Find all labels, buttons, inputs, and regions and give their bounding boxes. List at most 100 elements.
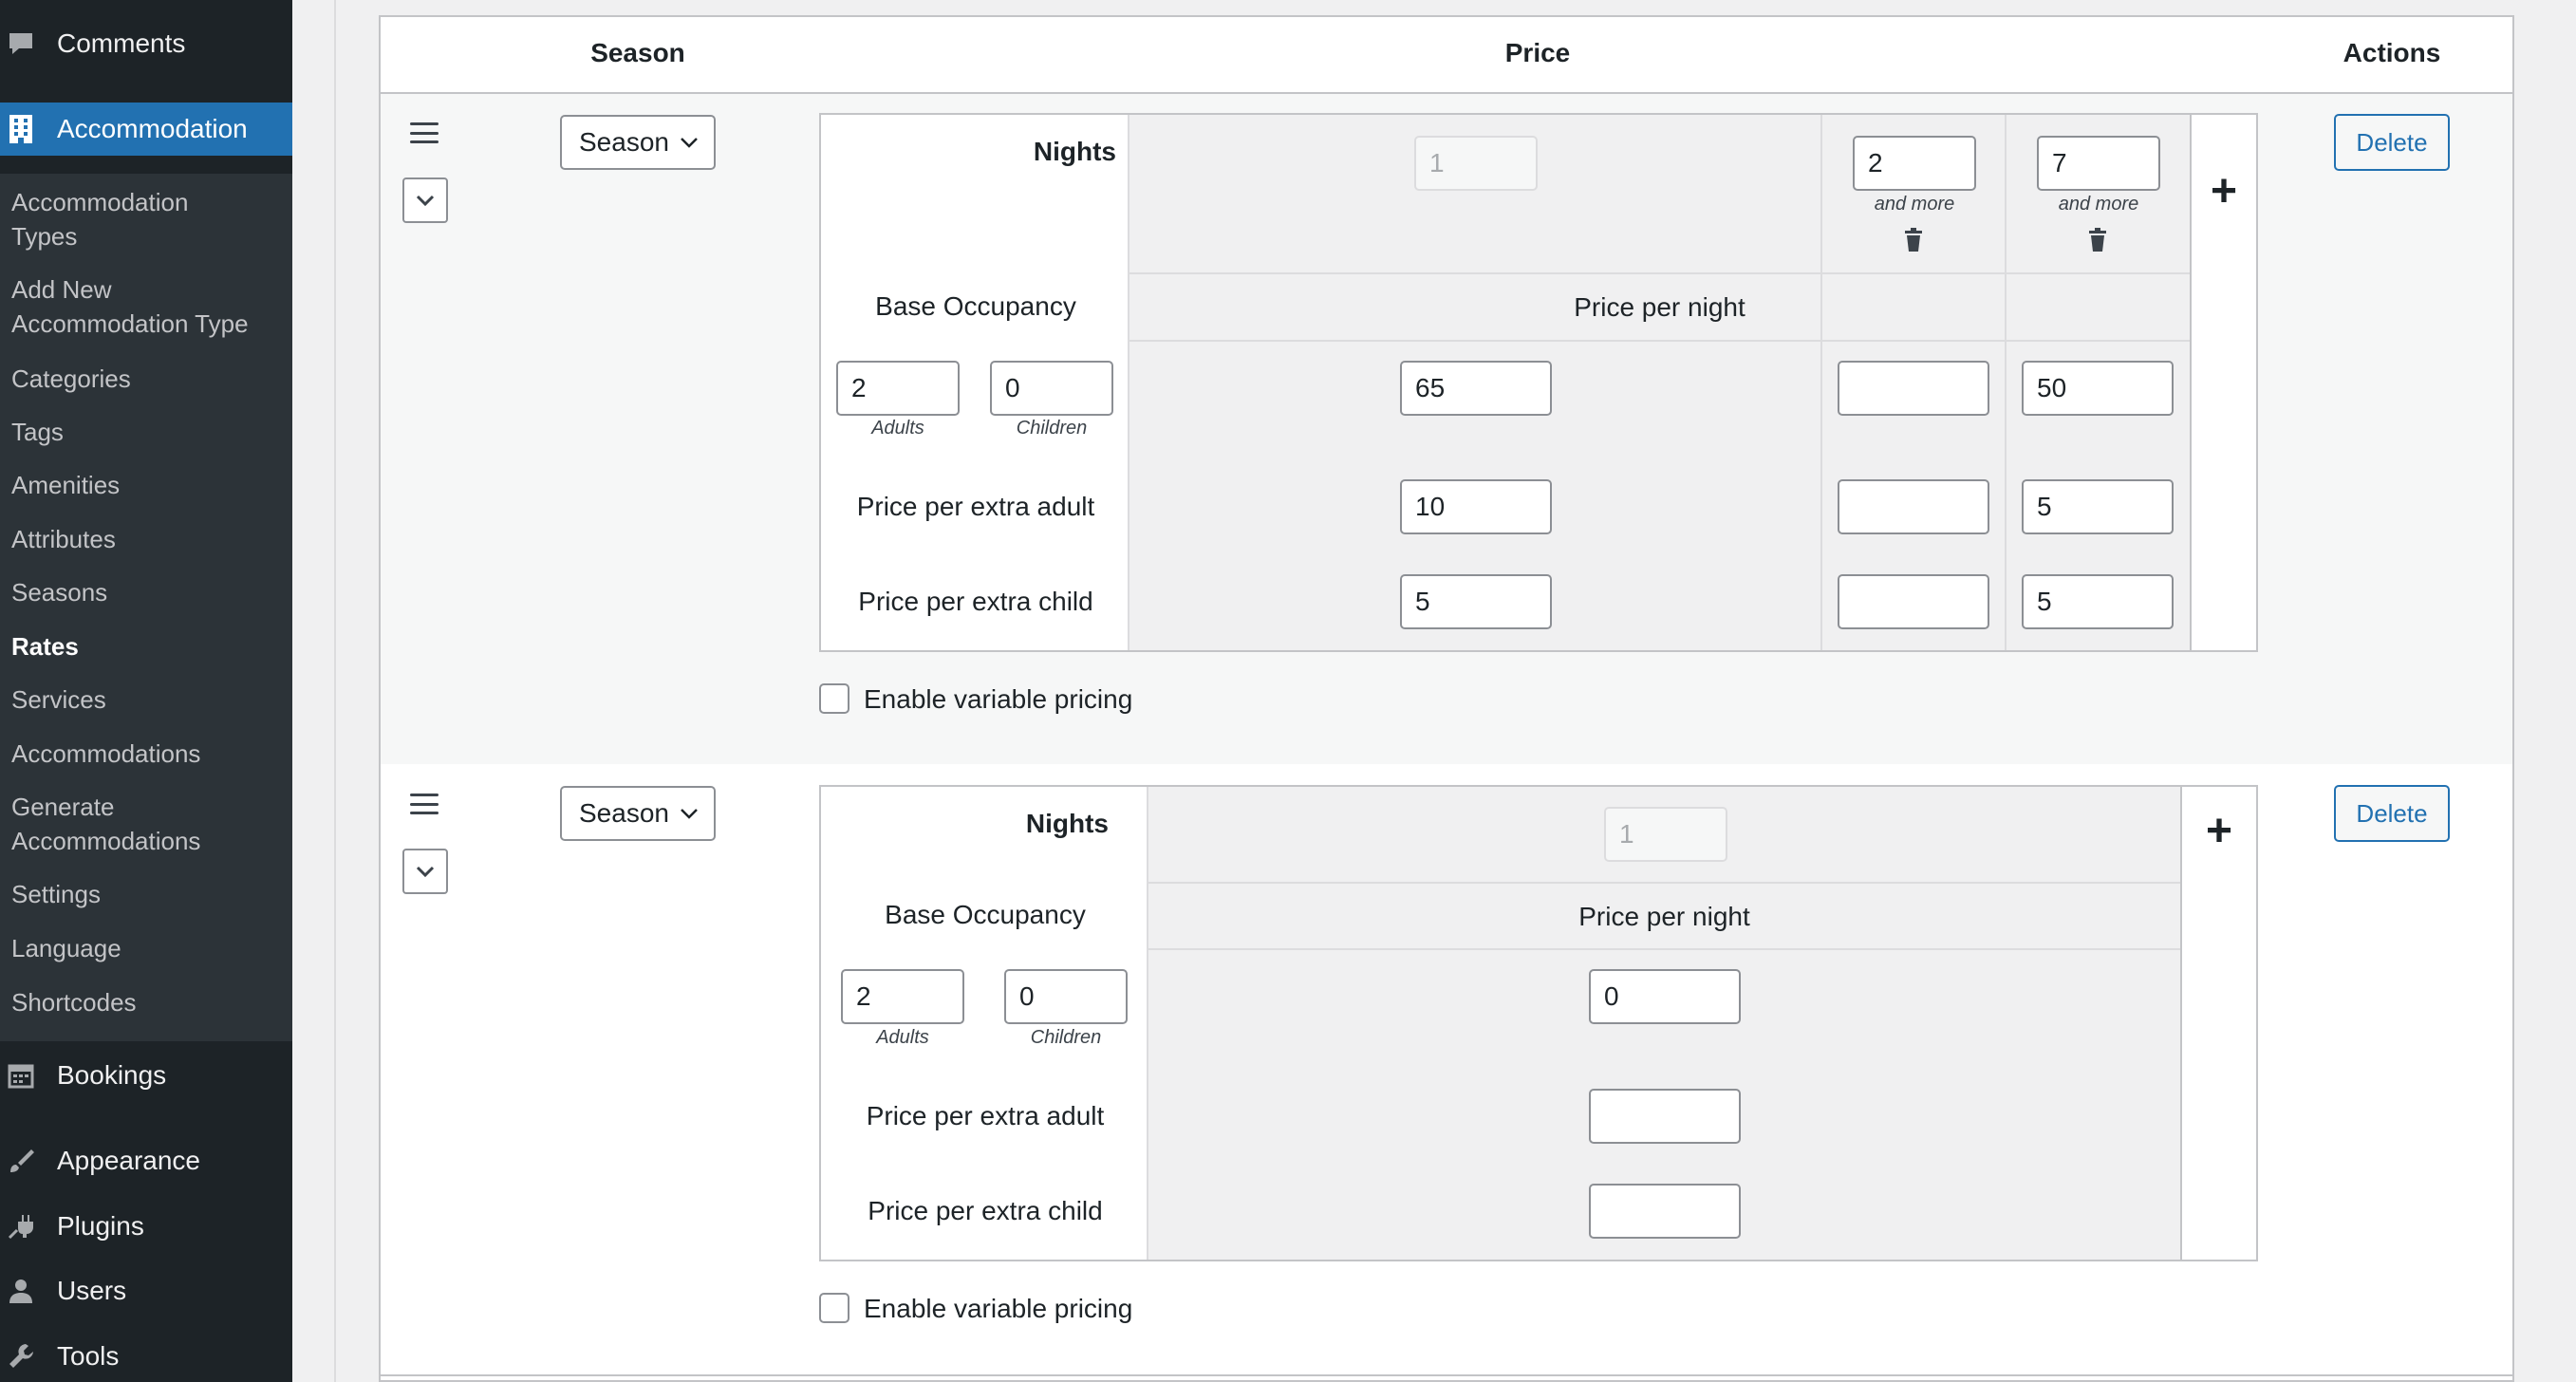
extra-child-input[interactable]	[1838, 574, 1989, 629]
row-divider	[1148, 882, 2180, 884]
add-column-button[interactable]: +	[2196, 809, 2242, 854]
season-select[interactable]: Season	[560, 115, 716, 170]
column-divider	[2190, 115, 2192, 650]
extra-adult-label: Price per extra adult	[856, 492, 1095, 521]
variable-pricing-label: Enable variable pricing	[864, 1294, 1133, 1323]
drag-handle-icon[interactable]	[410, 122, 439, 143]
delete-button[interactable]: Delete	[2334, 114, 2450, 171]
row-divider	[1129, 340, 2190, 342]
children-input[interactable]: 0	[1004, 969, 1128, 1024]
submenu-accommodation-types[interactable]: Accommodation Types	[11, 185, 188, 253]
current-menu-arrow	[277, 106, 292, 152]
extra-child-input[interactable]	[1589, 1184, 1741, 1239]
menu-comments-label: Comments	[57, 28, 186, 58]
row-toggle-button[interactable]	[402, 177, 448, 223]
price-per-night-input[interactable]: 65	[1400, 361, 1552, 416]
trash-icon[interactable]	[1903, 228, 1924, 257]
submenu-settings[interactable]: Settings	[11, 877, 101, 911]
plugin-icon	[4, 1209, 38, 1243]
menu-plugins[interactable]: Plugins	[0, 1200, 292, 1253]
delete-button[interactable]: Delete	[2334, 785, 2450, 842]
extra-adult-label: Price per extra adult	[866, 1101, 1105, 1130]
column-divider	[1128, 115, 1129, 650]
brush-icon	[4, 1144, 38, 1178]
nights-input[interactable]: 2	[1853, 136, 1976, 191]
submenu-tags[interactable]: Tags	[11, 415, 64, 449]
column-divider	[1147, 787, 1148, 1260]
children-caption: Children	[1030, 1027, 1102, 1048]
nights-input: 1	[1414, 136, 1538, 191]
season-select-value: Season	[579, 127, 669, 157]
trash-icon[interactable]	[2087, 228, 2108, 257]
menu-appearance-label: Appearance	[57, 1146, 201, 1175]
variable-pricing-checkbox[interactable]	[819, 683, 849, 714]
submenu-seasons[interactable]: Seasons	[11, 575, 107, 609]
menu-accommodation[interactable]: Accommodation	[0, 103, 292, 156]
chevron-down-icon	[416, 866, 435, 878]
adults-caption: Adults	[876, 1027, 929, 1048]
price-per-night-label: Price per night	[1578, 902, 1750, 931]
extra-adult-input[interactable]	[1838, 479, 1989, 534]
submenu-shortcodes[interactable]: Shortcodes	[11, 985, 137, 1019]
extra-child-label: Price per extra child	[858, 587, 1093, 616]
price-per-night-input[interactable]	[1838, 361, 1989, 416]
extra-adult-input[interactable]: 5	[2022, 479, 2174, 534]
submenu-rates[interactable]: Rates	[11, 629, 79, 663]
row-toggle-button[interactable]	[402, 849, 448, 894]
row-divider	[1148, 948, 2180, 950]
submenu-add-new-accommodation-type[interactable]: Add New Accommodation Type	[11, 272, 249, 341]
children-input[interactable]: 0	[990, 361, 1113, 416]
menu-tools[interactable]: Tools	[0, 1330, 292, 1382]
price-per-night-label: Price per night	[1574, 292, 1745, 322]
chevron-down-icon	[416, 195, 435, 207]
header-actions: Actions	[2343, 38, 2441, 67]
price-per-night-input[interactable]: 50	[2022, 361, 2174, 416]
nights-input[interactable]: 7	[2037, 136, 2160, 191]
and-more-caption: and more	[2058, 194, 2139, 215]
nights-label: Nights	[1025, 809, 1109, 838]
menu-accommodation-label: Accommodation	[57, 114, 248, 143]
menu-plugins-label: Plugins	[57, 1211, 144, 1241]
extra-child-input[interactable]: 5	[1400, 574, 1552, 629]
variable-pricing-label: Enable variable pricing	[864, 684, 1133, 714]
submenu-accommodations[interactable]: Accommodations	[11, 737, 200, 771]
menu-bookings-label: Bookings	[57, 1060, 167, 1090]
price-per-night-input[interactable]: 0	[1589, 969, 1741, 1024]
row-divider	[1129, 272, 2190, 274]
submenu-attributes[interactable]: Attributes	[11, 522, 116, 556]
extra-adult-input[interactable]: 10	[1400, 479, 1552, 534]
wrench-icon	[4, 1339, 38, 1373]
submenu-amenities[interactable]: Amenities	[11, 468, 120, 502]
column-divider	[1820, 115, 1822, 650]
menu-comments[interactable]: Comments	[0, 17, 292, 70]
header-price: Price	[1504, 38, 1571, 67]
menu-tools-label: Tools	[57, 1341, 120, 1371]
menu-users-label: Users	[57, 1276, 127, 1305]
calendar-icon	[4, 1058, 38, 1093]
content-border	[334, 0, 336, 1382]
nights-input: 1	[1604, 807, 1727, 862]
extra-child-input[interactable]: 5	[2022, 574, 2174, 629]
chevron-down-icon	[681, 809, 698, 819]
submenu-services[interactable]: Services	[11, 682, 106, 717]
submenu-language[interactable]: Language	[11, 931, 121, 965]
extra-adult-input[interactable]	[1589, 1089, 1741, 1144]
base-occupancy-label: Base Occupancy	[875, 291, 1076, 321]
user-icon	[4, 1274, 38, 1308]
menu-appearance[interactable]: Appearance	[0, 1134, 292, 1187]
submenu-categories[interactable]: Categories	[11, 362, 131, 396]
building-icon	[4, 112, 38, 146]
children-caption: Children	[1016, 418, 1088, 439]
add-column-button[interactable]: +	[2201, 169, 2247, 215]
nights-label: Nights	[1033, 137, 1116, 166]
drag-handle-icon[interactable]	[410, 794, 439, 814]
adults-input[interactable]: 2	[841, 969, 964, 1024]
menu-users[interactable]: Users	[0, 1264, 292, 1317]
chevron-down-icon	[681, 138, 698, 148]
variable-pricing-checkbox[interactable]	[819, 1293, 849, 1323]
adults-input[interactable]: 2	[836, 361, 960, 416]
submenu-generate-accommodations[interactable]: Generate Accommodations	[11, 790, 200, 858]
comment-icon	[4, 27, 38, 61]
menu-bookings[interactable]: Bookings	[0, 1049, 292, 1102]
season-select[interactable]: Season	[560, 786, 716, 841]
